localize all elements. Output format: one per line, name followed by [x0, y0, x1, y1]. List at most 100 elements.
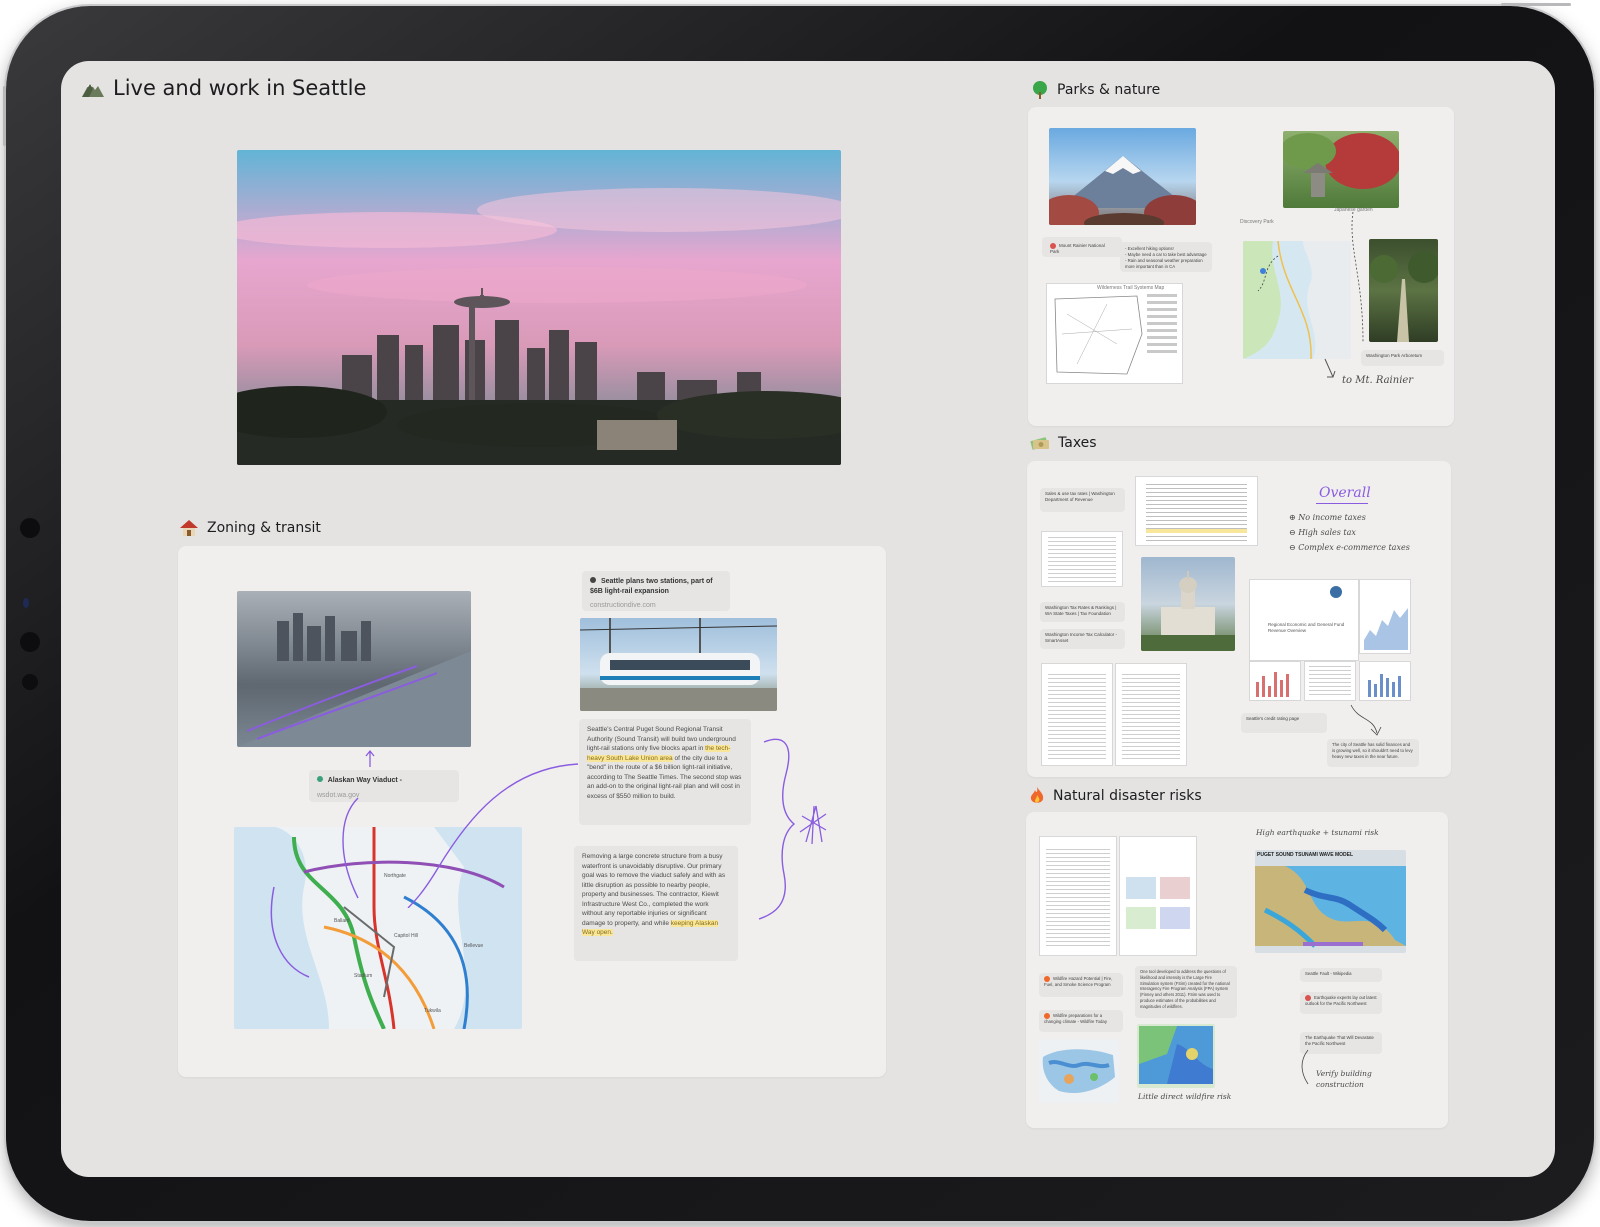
skyline-photo	[237, 150, 841, 465]
seal-icon	[1330, 586, 1342, 598]
quake-outlook-label: Earthquake experts lay out latest outloo…	[1305, 995, 1377, 1007]
capitol-drawing	[1141, 571, 1235, 651]
quote-card-light-rail[interactable]: Seattle's Central Puget Sound Regional T…	[579, 719, 751, 825]
japanese-garden-photo[interactable]	[1283, 131, 1399, 208]
path-drawing	[1370, 251, 1438, 342]
house-icon	[180, 520, 198, 536]
wildfire-hazard-label: Wildfire Hazard Potential | Fire, Fuel, …	[1044, 976, 1113, 988]
article-card-heading: Seattle plans two stations, part of $6B …	[590, 577, 722, 597]
canvas[interactable]: Live and work in Seattle Zoning & transi…	[61, 61, 1555, 1177]
trail-map-document[interactable]: Wilderness Trail Systems Map	[1046, 283, 1183, 384]
link-card-sales-tax[interactable]: Sales & use tax rates | Washington Depar…	[1040, 488, 1125, 512]
svg-text:Ballard: Ballard	[334, 918, 350, 924]
sales-tax-label: Sales & use tax rates | Washington Depar…	[1045, 491, 1115, 502]
wildfire-excerpt-text: One tool developed to address the questi…	[1140, 969, 1230, 1009]
discovery-park-label: Discovery Park	[1240, 219, 1274, 225]
section-title-zoning[interactable]: Zoning & transit	[179, 519, 321, 537]
tax-paper-page-2[interactable]	[1115, 663, 1187, 766]
hazard-maps-drawing	[1126, 877, 1190, 929]
link-card-rainier[interactable]: Mount Rainier National Park	[1042, 237, 1122, 257]
link-card-article[interactable]: Seattle plans two stations, part of $6B …	[582, 571, 730, 611]
tsunami-model-image[interactable]: PUGET SOUND TSUNAMI WAVE MODEL	[1255, 850, 1406, 953]
handwriting-verify: Verify building construction	[1316, 1069, 1372, 1089]
revenue-bar-doc-3[interactable]	[1359, 661, 1411, 701]
table-rows	[1048, 537, 1116, 583]
credit-rating-label: Seattle's credit rating page	[1246, 716, 1300, 721]
link-card-seattle-fault[interactable]: Seattle Fault - Wikipedia	[1300, 968, 1382, 982]
curve-arrow-disaster	[1301, 1049, 1309, 1085]
section-title-parks[interactable]: Parks & nature	[1031, 81, 1160, 99]
trail-map-caption: Wilderness Trail Systems Map	[1097, 285, 1165, 291]
tax-rate-table[interactable]	[1135, 476, 1258, 546]
svg-text:Tukwila: Tukwila	[424, 1008, 441, 1014]
tree-icon	[1033, 81, 1047, 99]
parks-board[interactable]: Mount Rainier National Park - Excellent …	[1028, 107, 1454, 426]
money-icon	[1030, 437, 1049, 450]
section-title-taxes[interactable]: Taxes	[1030, 435, 1097, 451]
link-card-arboretum[interactable]: Washington Park Arboretum	[1361, 350, 1444, 366]
overall-item-2-text: High sales tax	[1298, 528, 1356, 537]
aerial-photo[interactable]	[237, 591, 471, 747]
light-rail-train-photo[interactable]	[580, 618, 777, 711]
hazard-paper-page-2[interactable]	[1119, 836, 1197, 956]
article-card-source: constructiondive.com	[590, 602, 656, 609]
mountain-icon	[82, 82, 104, 97]
revenue-bar-doc-2[interactable]	[1304, 661, 1356, 701]
wildfire-excerpt-card[interactable]: One tool developed to address the questi…	[1135, 966, 1237, 1018]
revenue-chart-doc[interactable]	[1359, 579, 1411, 654]
tax-table-document[interactable]	[1041, 531, 1123, 587]
site-icon	[590, 577, 596, 583]
tax-note-text: The city of Seattle has solid finances a…	[1332, 742, 1413, 759]
capitol-photo[interactable]	[1141, 557, 1235, 651]
fire-icon	[1030, 787, 1044, 803]
wildfire-pin-icon	[1044, 1013, 1050, 1019]
seattle-skyline-image[interactable]	[237, 150, 841, 465]
revenue-bar-doc-1[interactable]	[1249, 661, 1301, 701]
mount-rainier-photo[interactable]	[1049, 128, 1196, 225]
note-card-parks[interactable]: - Excellent hiking options! - Maybe need…	[1120, 242, 1212, 272]
board-title[interactable]: Live and work in Seattle	[81, 76, 366, 100]
hazard1-lines	[1046, 848, 1110, 948]
svg-text:Capitol Hill: Capitol Hill	[394, 933, 418, 939]
wa-wildfire-map[interactable]	[1137, 1024, 1215, 1088]
svg-text:Bellevue: Bellevue	[464, 943, 483, 949]
seattle-map[interactable]	[1243, 241, 1351, 359]
taxes-board[interactable]: Sales & use tax rates | Washington Depar…	[1027, 461, 1451, 777]
link-card-quake-outlook[interactable]: Earthquake experts lay out latest outloo…	[1300, 992, 1382, 1014]
handwriting-tsunami: High earthquake + tsunami risk	[1256, 828, 1379, 837]
link-card-credit-rating[interactable]: Seattle's credit rating page	[1241, 713, 1327, 733]
hazard-paper-page-1[interactable]	[1039, 836, 1117, 956]
svg-text:Stadium: Stadium	[354, 973, 372, 979]
us-map-drawing	[1042, 1049, 1115, 1094]
wa-map-drawing	[1139, 1026, 1213, 1084]
zoning-board[interactable]: Alaskan Way Viaduct - wsdot.wa.gov North…	[178, 546, 886, 1077]
overall-item-3: ⊖ Complex e-commerce taxes	[1289, 543, 1410, 552]
fire-pin-icon	[1044, 976, 1050, 982]
note-card-taxes[interactable]: The city of Seattle has solid finances a…	[1327, 739, 1419, 767]
pin-icon	[1050, 243, 1056, 249]
flash-icon	[20, 632, 40, 652]
garden-drawing	[1283, 133, 1399, 197]
revenue-report-cover[interactable]: Regional Economic and General Fund Reven…	[1249, 579, 1359, 661]
link-card-wildfire-prep[interactable]: Wildfire preparations for a changing cli…	[1039, 1010, 1123, 1032]
link-card-wildfire-hazard[interactable]: Wildfire Hazard Potential | Fire, Fuel, …	[1039, 973, 1123, 997]
brace-star-annotation	[758, 738, 827, 920]
section-title-disaster[interactable]: Natural disaster risks	[1029, 786, 1202, 806]
overall-item-3-text: Complex e-commerce taxes	[1298, 543, 1410, 552]
handwriting-wildfire: Little direct wildfire risk	[1138, 1092, 1232, 1101]
quote-card-viaduct[interactable]: Removing a large concrete structure from…	[574, 846, 738, 961]
arboretum-photo[interactable]	[1369, 239, 1438, 342]
train-drawing	[580, 618, 777, 711]
dashed-connector	[1351, 211, 1364, 343]
link-card-income-tax[interactable]: Washington Income Tax Calculator - Smart…	[1040, 629, 1125, 649]
link-card-tax-foundation[interactable]: Washington Tax Rates & Rankings | WA Sta…	[1040, 602, 1125, 622]
disaster-board[interactable]: High earthquake + tsunami risk PUGET SOU…	[1026, 812, 1448, 1128]
quote2-text: Removing a large concrete structure from…	[582, 853, 726, 927]
aerial-drawing	[237, 613, 471, 747]
tax-foundation-label: Washington Tax Rates & Rankings | WA Sta…	[1045, 605, 1117, 616]
us-wildfire-map[interactable]	[1039, 1039, 1119, 1103]
tax-paper-page-1[interactable]	[1041, 663, 1113, 766]
camera-icon	[20, 518, 40, 538]
highlighted-row	[1145, 529, 1248, 533]
pnw-quake-label: The Earthquake That Will Devastate the P…	[1305, 1035, 1374, 1046]
